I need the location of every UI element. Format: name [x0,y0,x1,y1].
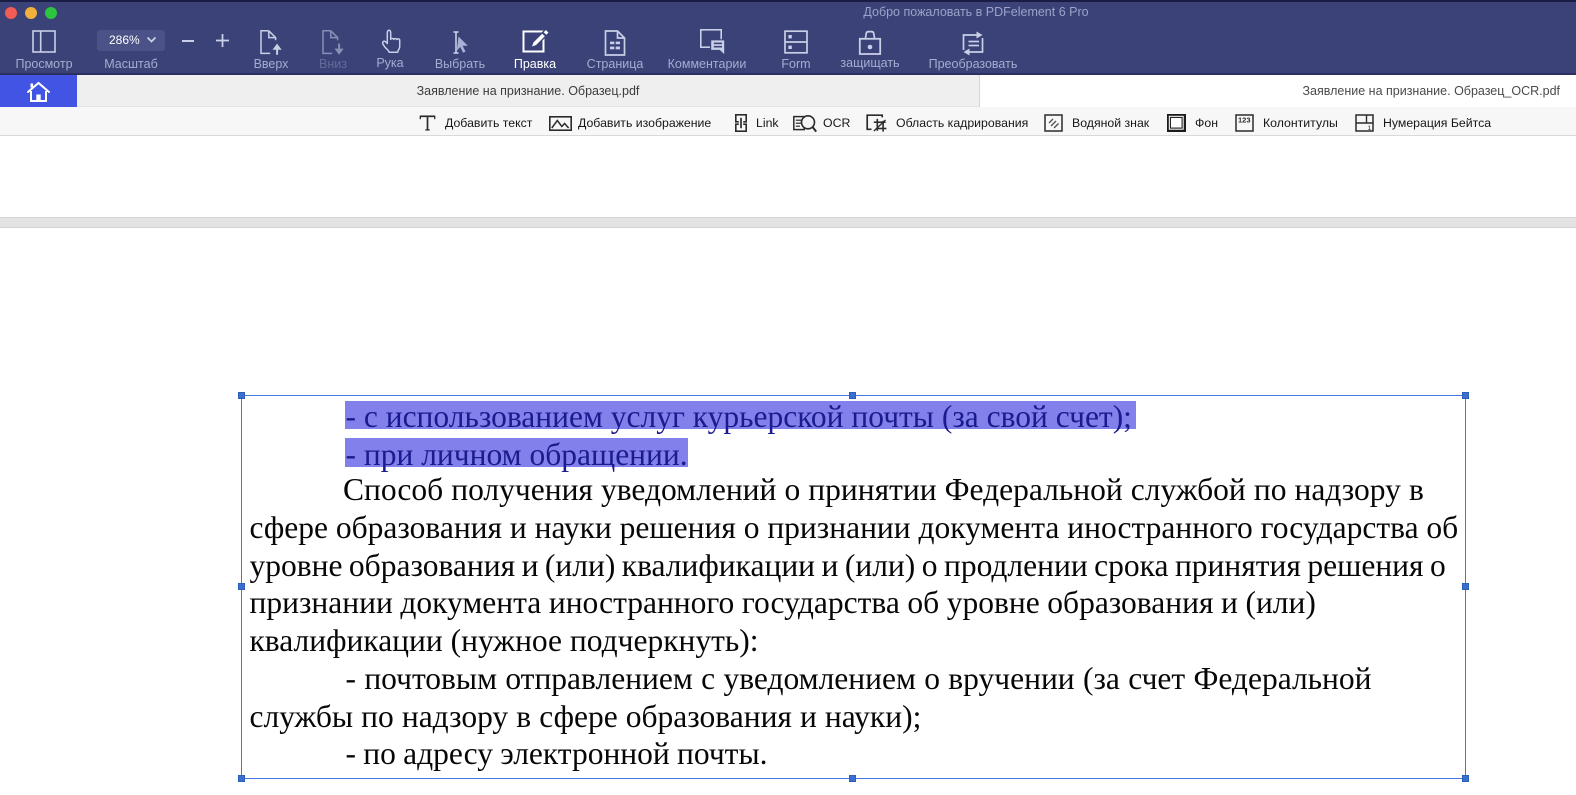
svg-text:1: 1 [1368,125,1372,132]
svg-text:123: 123 [1238,116,1251,125]
